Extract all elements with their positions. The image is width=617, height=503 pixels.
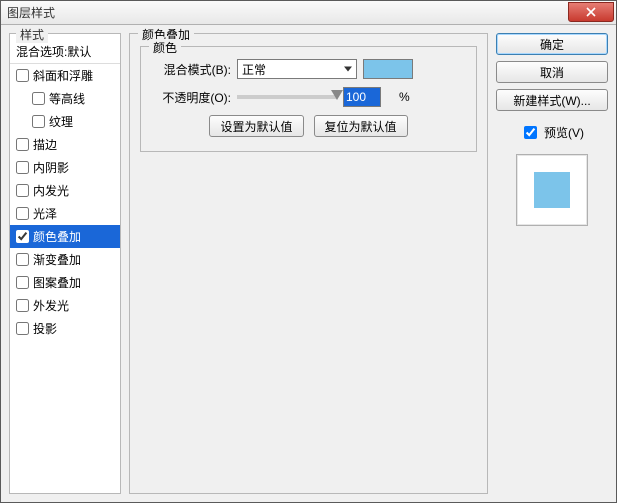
center-panel: 颜色叠加 颜色 混合模式(B): 正常 不透明度(O): bbox=[129, 33, 488, 494]
sidebar-item-label: 描边 bbox=[33, 136, 57, 153]
sidebar-item[interactable]: 等高线 bbox=[10, 87, 120, 110]
preview-checkbox[interactable] bbox=[524, 126, 537, 139]
sidebar-item[interactable]: 描边 bbox=[10, 133, 120, 156]
overlay-color-swatch[interactable] bbox=[363, 59, 413, 79]
sidebar-item-label: 光泽 bbox=[33, 205, 57, 222]
sidebar-item-checkbox[interactable] bbox=[16, 322, 29, 335]
sidebar-item-checkbox[interactable] bbox=[16, 276, 29, 289]
blend-mode-combo[interactable]: 正常 bbox=[237, 59, 357, 79]
sidebar-item-checkbox[interactable] bbox=[16, 184, 29, 197]
sidebar-item[interactable]: 图案叠加 bbox=[10, 271, 120, 294]
cancel-button[interactable]: 取消 bbox=[496, 61, 608, 83]
ok-button[interactable]: 确定 bbox=[496, 33, 608, 55]
right-column: 确定 取消 新建样式(W)... 预览(V) bbox=[496, 33, 608, 494]
sidebar-item-checkbox[interactable] bbox=[16, 161, 29, 174]
sidebar-legend: 样式 bbox=[16, 26, 48, 43]
slider-thumb-icon[interactable] bbox=[331, 90, 343, 100]
sidebar-item[interactable]: 光泽 bbox=[10, 202, 120, 225]
color-group-legend: 颜色 bbox=[149, 39, 181, 56]
sidebar-item[interactable]: 内阴影 bbox=[10, 156, 120, 179]
window-title: 图层样式 bbox=[7, 4, 568, 21]
sidebar-item-label: 内阴影 bbox=[33, 159, 69, 176]
sidebar-item-label: 纹理 bbox=[49, 113, 73, 130]
color-group: 颜色 混合模式(B): 正常 不透明度(O): bbox=[140, 46, 477, 152]
sidebar-item-checkbox[interactable] bbox=[16, 207, 29, 220]
sidebar-item[interactable]: 斜面和浮雕 bbox=[10, 64, 120, 87]
sidebar-item-label: 渐变叠加 bbox=[33, 251, 81, 268]
sidebar-item[interactable]: 外发光 bbox=[10, 294, 120, 317]
reset-default-button[interactable]: 复位为默认值 bbox=[314, 115, 408, 137]
new-style-button[interactable]: 新建样式(W)... bbox=[496, 89, 608, 111]
sidebar-item-checkbox[interactable] bbox=[16, 230, 29, 243]
sidebar-item-label: 斜面和浮雕 bbox=[33, 67, 93, 84]
sidebar-item-label: 颜色叠加 bbox=[33, 228, 81, 245]
sidebar-item-label: 图案叠加 bbox=[33, 274, 81, 291]
sidebar-item-label: 外发光 bbox=[33, 297, 69, 314]
opacity-unit: % bbox=[399, 90, 410, 104]
preview-swatch bbox=[534, 172, 570, 208]
sidebar-item-label: 投影 bbox=[33, 320, 57, 337]
preview-label: 预览(V) bbox=[544, 124, 584, 141]
sidebar-item[interactable]: 渐变叠加 bbox=[10, 248, 120, 271]
sidebar-item-label: 等高线 bbox=[49, 90, 85, 107]
sidebar-item[interactable]: 投影 bbox=[10, 317, 120, 340]
layer-style-dialog: 图层样式 样式 混合选项:默认斜面和浮雕等高线纹理描边内阴影内发光光泽颜色叠加渐… bbox=[0, 0, 617, 503]
sidebar-item-checkbox[interactable] bbox=[32, 92, 45, 105]
preview-checkbox-row[interactable]: 预览(V) bbox=[496, 123, 608, 142]
color-overlay-group: 颜色叠加 颜色 混合模式(B): 正常 不透明度(O): bbox=[129, 33, 488, 494]
titlebar[interactable]: 图层样式 bbox=[1, 1, 616, 25]
sidebar-item[interactable]: 内发光 bbox=[10, 179, 120, 202]
close-button[interactable] bbox=[568, 2, 614, 22]
sidebar-item-checkbox[interactable] bbox=[16, 138, 29, 151]
sidebar-item-label: 内发光 bbox=[33, 182, 69, 199]
sidebar-item-checkbox[interactable] bbox=[16, 69, 29, 82]
sidebar-item[interactable]: 纹理 bbox=[10, 110, 120, 133]
sidebar-item[interactable]: 颜色叠加 bbox=[10, 225, 120, 248]
blending-options-item[interactable]: 混合选项:默认 bbox=[10, 40, 120, 64]
sidebar-item-checkbox[interactable] bbox=[32, 115, 45, 128]
opacity-slider[interactable] bbox=[237, 95, 337, 99]
blend-mode-label: 混合模式(B): bbox=[151, 61, 231, 78]
close-icon bbox=[586, 7, 596, 17]
blend-mode-value: 正常 bbox=[242, 61, 266, 78]
chevron-down-icon bbox=[344, 67, 352, 72]
preview-box bbox=[516, 154, 588, 226]
opacity-input[interactable]: 100 bbox=[343, 87, 381, 107]
opacity-label: 不透明度(O): bbox=[151, 89, 231, 106]
make-default-button[interactable]: 设置为默认值 bbox=[209, 115, 303, 137]
sidebar-item-checkbox[interactable] bbox=[16, 253, 29, 266]
sidebar-item-checkbox[interactable] bbox=[16, 299, 29, 312]
styles-sidebar: 样式 混合选项:默认斜面和浮雕等高线纹理描边内阴影内发光光泽颜色叠加渐变叠加图案… bbox=[9, 33, 121, 494]
